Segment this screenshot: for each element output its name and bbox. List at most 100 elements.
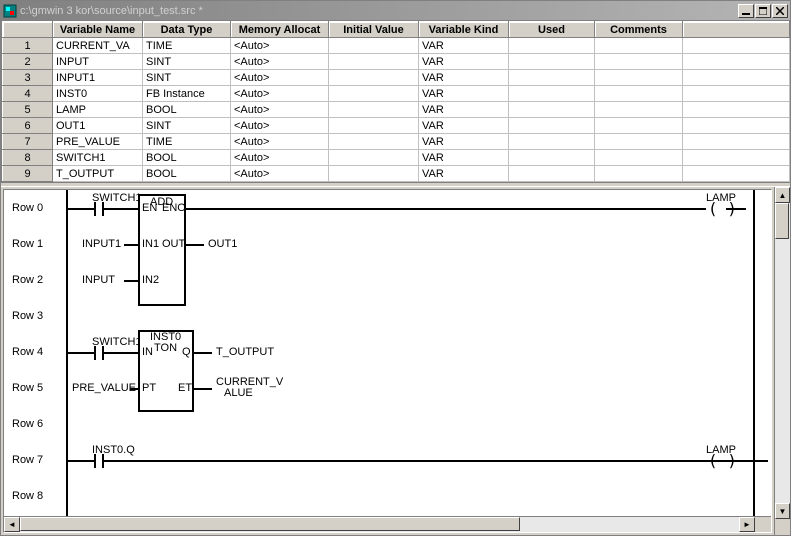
cell[interactable]: FB Instance [143, 86, 231, 102]
h-scroll-thumb[interactable] [20, 517, 520, 531]
scroll-up-button[interactable]: ▲ [775, 187, 790, 203]
table-row[interactable]: 2INPUTSINT<Auto> VAR [3, 54, 790, 70]
cell[interactable] [509, 86, 595, 102]
cell[interactable]: TIME [143, 134, 231, 150]
cell[interactable] [509, 38, 595, 54]
table-row[interactable]: 1CURRENT_VATIME<Auto>VAR [3, 38, 790, 54]
column-header[interactable]: Used [509, 22, 595, 38]
cell[interactable] [329, 86, 419, 102]
row-number[interactable]: 4 [3, 86, 53, 102]
column-header[interactable]: Initial Value [329, 22, 419, 38]
cell[interactable] [683, 38, 790, 54]
cell[interactable]: PRE_VALUE [53, 134, 143, 150]
cell[interactable]: <Auto> [231, 70, 329, 86]
row-number[interactable]: 9 [3, 166, 53, 182]
cell[interactable]: T_OUTPUT [53, 166, 143, 182]
cell[interactable]: <Auto> [231, 166, 329, 182]
table-row[interactable]: 7PRE_VALUETIME<Auto> VAR [3, 134, 790, 150]
cell[interactable] [595, 166, 683, 182]
cell[interactable] [509, 166, 595, 182]
cell[interactable] [595, 86, 683, 102]
cell[interactable] [595, 102, 683, 118]
title-bar[interactable]: c:\gmwin 3 kor\source\input_test.src * [1, 1, 790, 20]
cell[interactable]: <Auto> [231, 54, 329, 70]
cell[interactable]: BOOL [143, 102, 231, 118]
cell[interactable]: <Auto> [231, 134, 329, 150]
cell[interactable]: VAR [419, 86, 509, 102]
cell[interactable] [329, 166, 419, 182]
cell[interactable] [509, 118, 595, 134]
cell[interactable] [595, 70, 683, 86]
cell[interactable]: <Auto> [231, 150, 329, 166]
cell[interactable] [509, 102, 595, 118]
cell[interactable] [683, 102, 790, 118]
cell[interactable] [683, 134, 790, 150]
cell[interactable] [329, 150, 419, 166]
cell[interactable] [329, 118, 419, 134]
cell[interactable]: VAR [419, 70, 509, 86]
column-header[interactable]: Memory Allocat [231, 22, 329, 38]
row-number[interactable]: 5 [3, 102, 53, 118]
cell[interactable]: <Auto> [231, 102, 329, 118]
row-number[interactable]: 2 [3, 54, 53, 70]
column-header[interactable]: Variable Name [53, 22, 143, 38]
column-header[interactable]: Variable Kind [419, 22, 509, 38]
cell[interactable]: INPUT [53, 54, 143, 70]
row-number[interactable]: 6 [3, 118, 53, 134]
cell[interactable]: INPUT1 [53, 70, 143, 86]
scroll-right-button[interactable]: ► [739, 517, 755, 532]
v-scroll-track[interactable] [775, 203, 790, 503]
cell[interactable] [509, 70, 595, 86]
scroll-down-button[interactable]: ▼ [775, 503, 790, 519]
maximize-button[interactable] [755, 4, 771, 18]
column-header[interactable]: Comments [595, 22, 683, 38]
table-row[interactable]: 9T_OUTPUTBOOL<Auto> VAR [3, 166, 790, 182]
cell[interactable] [595, 54, 683, 70]
v-scroll-thumb[interactable] [775, 203, 789, 239]
cell[interactable]: <Auto> [231, 86, 329, 102]
close-button[interactable] [772, 4, 788, 18]
cell[interactable]: VAR [419, 54, 509, 70]
cell[interactable]: INST0 [53, 86, 143, 102]
cell[interactable] [329, 70, 419, 86]
column-header[interactable] [3, 22, 53, 38]
table-row[interactable]: 8SWITCH1BOOL<Auto>VAR [3, 150, 790, 166]
column-header[interactable]: Data Type [143, 22, 231, 38]
cell[interactable]: OUT1 [53, 118, 143, 134]
cell[interactable]: BOOL [143, 166, 231, 182]
cell[interactable]: <Auto> [231, 38, 329, 54]
cell[interactable] [683, 150, 790, 166]
cell[interactable]: SINT [143, 54, 231, 70]
cell[interactable] [509, 150, 595, 166]
cell[interactable] [329, 54, 419, 70]
cell[interactable]: SINT [143, 118, 231, 134]
cell[interactable] [683, 70, 790, 86]
cell[interactable]: LAMP [53, 102, 143, 118]
cell[interactable] [509, 54, 595, 70]
cell[interactable]: VAR [419, 134, 509, 150]
cell[interactable] [509, 134, 595, 150]
cell[interactable] [683, 54, 790, 70]
cell[interactable] [329, 134, 419, 150]
row-number[interactable]: 7 [3, 134, 53, 150]
cell[interactable]: SWITCH1 [53, 150, 143, 166]
cell[interactable]: VAR [419, 166, 509, 182]
cell[interactable]: TIME [143, 38, 231, 54]
h-scroll-track[interactable] [20, 517, 739, 532]
cell[interactable] [595, 118, 683, 134]
table-row[interactable]: 3INPUT1SINT<Auto>VAR [3, 70, 790, 86]
table-row[interactable]: 6OUT1SINT<Auto> VAR [3, 118, 790, 134]
table-row[interactable]: 5LAMPBOOL<Auto> VAR [3, 102, 790, 118]
cell[interactable] [595, 134, 683, 150]
row-number[interactable]: 1 [3, 38, 53, 54]
cell[interactable] [683, 166, 790, 182]
cell[interactable] [595, 150, 683, 166]
minimize-button[interactable] [738, 4, 754, 18]
cell[interactable] [683, 86, 790, 102]
cell[interactable]: VAR [419, 150, 509, 166]
cell[interactable]: <Auto> [231, 118, 329, 134]
cell[interactable] [683, 118, 790, 134]
cell[interactable]: VAR [419, 118, 509, 134]
ladder-canvas-container[interactable]: Row 0Row 1Row 2Row 3Row 4Row 5Row 6Row 7… [3, 189, 772, 533]
cell[interactable]: VAR [419, 102, 509, 118]
